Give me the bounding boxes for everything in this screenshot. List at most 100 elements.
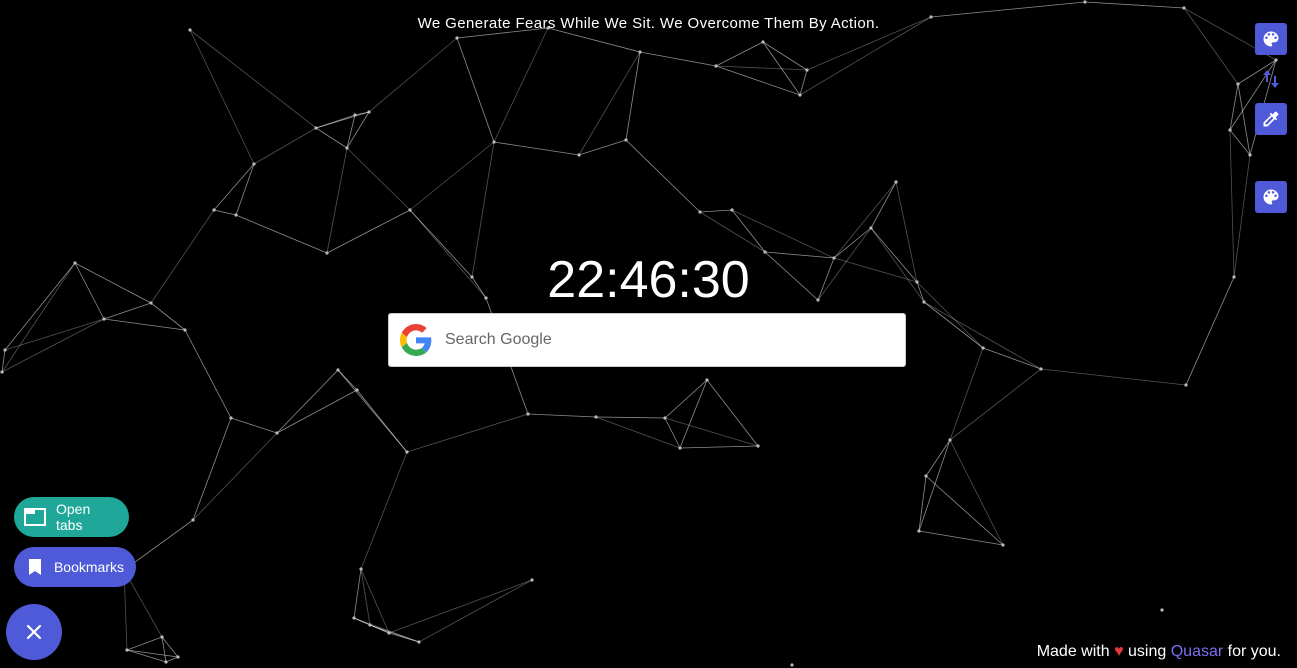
bookmarks-button[interactable]: Bookmarks [14,547,136,587]
network-node [638,50,642,54]
network-line [230,417,278,434]
network-line [925,439,951,477]
network-line [699,211,766,253]
network-line [213,163,255,211]
open-tabs-button[interactable]: Open tabs [14,497,129,537]
footer-credit: Made with ♥ using Quasar for you. [1037,643,1281,661]
network-line [346,147,411,211]
network-node [663,416,667,420]
network-line [595,416,666,419]
network-line [409,141,495,211]
network-node [798,93,802,97]
network-line [353,568,362,619]
network-line [1,318,105,373]
network-node [594,415,598,419]
network-node [405,450,409,454]
network-line [165,656,179,663]
close-fab-button[interactable] [6,604,62,660]
theme-palette-button[interactable] [1255,23,1287,55]
network-node [353,113,357,117]
network-line [923,301,1042,370]
network-line [326,209,411,254]
heart-icon: ♥ [1114,643,1124,660]
palette-icon [1263,31,1279,47]
search-bar[interactable] [388,313,906,367]
network-node [183,328,187,332]
network-line [699,209,733,213]
network-node [698,210,702,214]
network-node [212,208,216,212]
network-node [336,368,340,372]
network-node [176,655,180,659]
network-line [595,416,681,449]
network-node [1083,0,1087,4]
network-node [894,180,898,184]
network-line [276,369,339,434]
network-line [706,379,759,447]
network-node [160,635,164,639]
network-line [253,127,317,165]
network-node [455,36,459,40]
network-node [3,348,7,352]
network-line [360,451,408,570]
close-icon [26,624,42,640]
network-line [189,29,317,129]
network-node [805,68,809,72]
search-input[interactable] [443,319,887,361]
network-line [213,209,237,216]
network-node [314,126,318,130]
network-line [664,379,708,419]
network-line [664,417,759,447]
network-node [252,162,256,166]
network-line [388,632,420,643]
network-node [756,444,760,448]
network-node [102,317,106,321]
network-line [192,432,278,521]
network-line [679,379,708,449]
network-line [918,530,1004,546]
bookmarks-label: Bookmarks [53,559,124,575]
network-node [1039,367,1043,371]
network-line [126,649,167,663]
color-picker-button[interactable] [1255,103,1287,135]
network-line [1229,129,1251,156]
network-line [625,51,641,141]
network-line [762,41,808,71]
network-node [530,578,534,582]
network-line [406,413,529,453]
network-line [326,147,348,254]
new-tab-page: We Generate Fears While We Sit. We Overc… [0,0,1297,668]
network-line [368,37,458,113]
google-g-icon [400,324,432,356]
network-node [705,378,709,382]
swap-vert-icon[interactable] [1262,68,1280,90]
network-line [578,139,627,156]
network-node [492,140,496,144]
network-node [345,146,349,150]
network-node [234,213,238,217]
network-line [1229,83,1239,131]
network-node [761,40,765,44]
network-line [235,163,255,216]
network-line [679,445,759,449]
quasar-link[interactable]: Quasar [1171,643,1223,660]
network-line [418,579,533,643]
network-node [577,153,581,157]
network-node [408,208,412,212]
quote-text: We Generate Fears While We Sit. We Overc… [417,15,880,32]
network-node [387,631,391,635]
network-node [948,438,952,442]
network-node [1001,543,1005,547]
network-node [624,138,628,142]
network-node [417,640,421,644]
network-line [456,37,495,143]
network-line [493,27,549,143]
tab-icon [24,507,46,527]
network-node [1160,608,1164,612]
eyedropper-icon [1263,111,1279,127]
footer-for-you: for you. [1227,643,1281,660]
network-line [918,439,951,532]
network-line [731,209,766,253]
background-palette-button[interactable] [1255,181,1287,213]
network-line [715,65,808,71]
